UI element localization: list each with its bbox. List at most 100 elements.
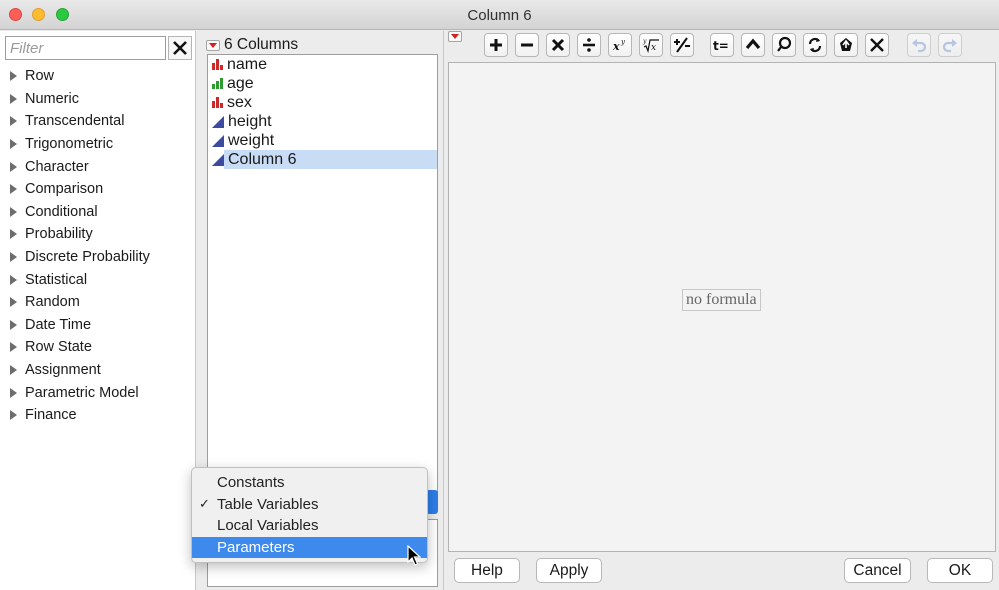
category-label: Assignment <box>25 362 101 379</box>
negate-icon <box>674 37 690 53</box>
no-formula-placeholder[interactable]: no formula <box>682 289 761 311</box>
svg-text:t=: t= <box>713 39 729 53</box>
filter-field[interactable] <box>5 36 166 60</box>
category-statistical[interactable]: Statistical <box>10 268 196 291</box>
category-row[interactable]: Row <box>10 65 196 88</box>
delete-icon <box>870 38 884 52</box>
clear-filter-button[interactable] <box>168 36 192 60</box>
subtract-button[interactable] <box>515 33 539 57</box>
add-button[interactable] <box>484 33 508 57</box>
disclosure-triangle-icon[interactable] <box>10 184 17 195</box>
disclosure-triangle-icon[interactable] <box>10 116 17 127</box>
disclosure-triangle-icon[interactable] <box>10 229 17 240</box>
disclosure-triangle-icon[interactable] <box>10 410 17 421</box>
red-triangle-menu-icon[interactable] <box>448 31 462 42</box>
category-date-time[interactable]: Date Time <box>10 314 196 337</box>
disclosure-triangle-icon[interactable] <box>10 297 17 308</box>
local-button[interactable] <box>772 33 796 57</box>
ordinal-icon <box>212 78 223 89</box>
menu-item-label: Table Variables <box>217 495 319 513</box>
column-item-height[interactable]: height <box>208 112 437 131</box>
category-discrete-probability[interactable]: Discrete Probability <box>10 246 196 269</box>
category-transcendental[interactable]: Transcendental <box>10 110 196 133</box>
disclosure-triangle-icon[interactable] <box>10 387 17 398</box>
ok-button[interactable]: OK <box>927 558 993 583</box>
category-label: Numeric <box>25 90 79 107</box>
column-item-age[interactable]: age <box>208 74 437 93</box>
cancel-button[interactable]: Cancel <box>844 558 911 583</box>
continuous-icon <box>212 153 224 166</box>
category-assignment[interactable]: Assignment <box>10 359 196 382</box>
divide-button[interactable] <box>577 33 601 57</box>
disclosure-triangle-icon[interactable] <box>10 319 17 330</box>
disclosure-triangle-icon[interactable] <box>10 342 17 353</box>
redo-icon <box>942 39 957 53</box>
redo-button[interactable] <box>938 33 962 57</box>
disclosure-triangle-icon[interactable] <box>10 93 17 104</box>
continuous-icon <box>212 134 224 147</box>
disclosure-triangle-icon[interactable] <box>10 252 17 263</box>
category-label: Comparison <box>25 181 104 198</box>
apply-button[interactable]: Apply <box>536 558 602 583</box>
formula-canvas[interactable]: no formula <box>448 62 996 552</box>
undo-icon <box>912 39 927 53</box>
column-label: sex <box>227 94 252 111</box>
subtract-icon <box>521 43 533 47</box>
multiply-button[interactable] <box>546 33 570 57</box>
power-button[interactable]: xy <box>608 33 632 57</box>
disclosure-triangle-icon[interactable] <box>10 139 17 150</box>
assign-button[interactable]: t= <box>710 33 734 57</box>
category-label: Random <box>25 294 80 311</box>
category-numeric[interactable]: Numeric <box>10 88 196 111</box>
category-finance[interactable]: Finance <box>10 404 196 427</box>
columns-count-label: 6 Columns <box>224 36 299 53</box>
red-triangle-menu-icon[interactable] <box>206 39 220 51</box>
menu-item-table-variables[interactable]: ✓ Table Variables <box>192 494 427 516</box>
swap-icon <box>808 37 822 53</box>
column-label: age <box>227 75 254 92</box>
category-parametric-model[interactable]: Parametric Model <box>10 381 196 404</box>
help-button[interactable]: Help <box>454 558 520 583</box>
swap-button[interactable] <box>803 33 827 57</box>
variables-dropdown-menu: Constants ✓ Table Variables Local Variab… <box>191 467 428 563</box>
menu-item-parameters[interactable]: Parameters <box>192 536 427 558</box>
divide-icon <box>583 38 595 52</box>
disclosure-triangle-icon[interactable] <box>10 71 17 82</box>
continuous-icon <box>212 115 224 128</box>
category-trigonometric[interactable]: Trigonometric <box>10 133 196 156</box>
raise-button[interactable] <box>741 33 765 57</box>
menu-item-label: Constants <box>217 474 285 492</box>
category-label: Trigonometric <box>25 136 114 153</box>
assign-icon: t= <box>713 39 729 53</box>
raise-icon <box>745 38 761 50</box>
function-browser: Row Numeric Transcendental Trigonometric… <box>0 31 196 590</box>
negate-button[interactable] <box>670 33 694 57</box>
menu-item-local-variables[interactable]: Local Variables <box>192 515 427 537</box>
disclosure-triangle-icon[interactable] <box>10 161 17 172</box>
disclosure-triangle-icon[interactable] <box>10 365 17 376</box>
category-label: Parametric Model <box>25 384 139 401</box>
category-conditional[interactable]: Conditional <box>10 201 196 224</box>
menu-item-constants[interactable]: Constants <box>192 472 427 494</box>
category-comparison[interactable]: Comparison <box>10 178 196 201</box>
category-row-state[interactable]: Row State <box>10 336 196 359</box>
delete-button[interactable] <box>865 33 889 57</box>
undo-button[interactable] <box>907 33 931 57</box>
root-button[interactable]: xy <box>639 33 663 57</box>
column-item-sex[interactable]: sex <box>208 93 437 112</box>
peel-button[interactable] <box>834 33 858 57</box>
column-item-name[interactable]: name <box>208 55 437 74</box>
category-label: Probability <box>25 226 93 243</box>
disclosure-triangle-icon[interactable] <box>10 206 17 217</box>
column-item-weight[interactable]: weight <box>208 131 437 150</box>
column-label: height <box>228 113 272 130</box>
disclosure-triangle-icon[interactable] <box>10 274 17 285</box>
category-probability[interactable]: Probability <box>10 223 196 246</box>
category-label: Statistical <box>25 271 88 288</box>
nominal-icon <box>212 97 223 108</box>
filter-input[interactable] <box>6 37 165 59</box>
category-random[interactable]: Random <box>10 291 196 314</box>
column-item-column-6[interactable]: Column 6 <box>208 150 437 169</box>
category-character[interactable]: Character <box>10 155 196 178</box>
close-icon <box>173 41 187 55</box>
